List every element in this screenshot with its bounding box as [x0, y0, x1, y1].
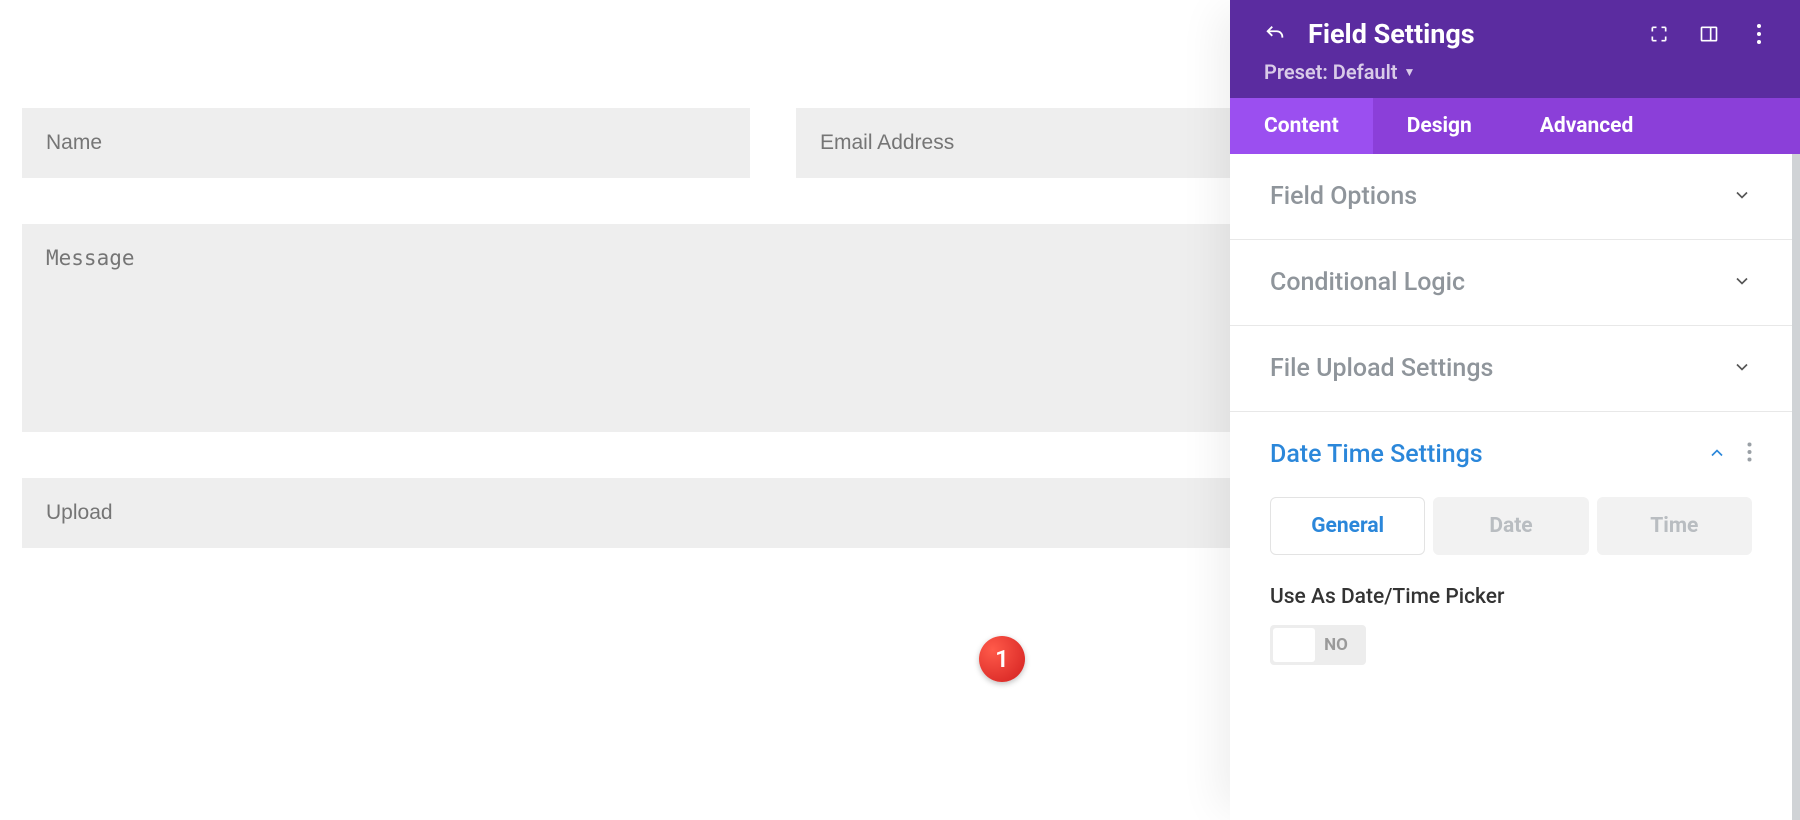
subtab-date[interactable]: Date [1433, 497, 1588, 555]
tab-advanced[interactable]: Advanced [1506, 98, 1668, 154]
use-as-picker-toggle[interactable]: NO [1270, 625, 1366, 665]
chevron-up-icon [1707, 443, 1727, 467]
use-as-picker-label: Use As Date/Time Picker [1270, 585, 1752, 609]
subtab-time[interactable]: Time [1597, 497, 1752, 555]
section-title-file-upload: File Upload Settings [1270, 354, 1493, 383]
panel-body[interactable]: Field Options Conditional Logic File Upl… [1230, 154, 1800, 820]
section-title-date-time: Date Time Settings [1270, 440, 1483, 469]
section-head-actions [1707, 442, 1752, 467]
subtab-general[interactable]: General [1270, 497, 1425, 555]
toggle-knob [1273, 628, 1315, 662]
section-file-upload-settings: File Upload Settings [1230, 326, 1792, 412]
undo-icon[interactable] [1264, 23, 1286, 45]
section-date-time-settings: Date Time Settings General Date Time Use… [1230, 412, 1792, 696]
section-title-conditional-logic: Conditional Logic [1270, 268, 1465, 297]
section-head-date-time[interactable]: Date Time Settings [1230, 412, 1792, 497]
use-as-picker-setting: Use As Date/Time Picker NO [1230, 575, 1792, 696]
section-field-options: Field Options [1230, 154, 1792, 240]
toggle-state-text: NO [1315, 635, 1363, 655]
preset-label: Preset: Default [1264, 60, 1398, 84]
date-time-subtabs: General Date Time [1230, 497, 1792, 575]
panel-header-top: Field Settings [1264, 18, 1770, 50]
preset-selector[interactable]: Preset: Default ▼ [1264, 60, 1770, 84]
panel-layout-icon[interactable] [1698, 23, 1720, 45]
caret-down-icon: ▼ [1404, 65, 1416, 79]
section-more-icon[interactable] [1747, 442, 1752, 467]
section-head-file-upload[interactable]: File Upload Settings [1230, 326, 1792, 411]
tab-content[interactable]: Content [1230, 98, 1373, 154]
tab-design[interactable]: Design [1373, 98, 1506, 154]
chevron-down-icon [1732, 357, 1752, 381]
header-icons [1648, 23, 1770, 45]
section-title-field-options: Field Options [1270, 182, 1417, 211]
annotation-badge-1: 1 [979, 636, 1025, 682]
name-field[interactable] [22, 108, 750, 178]
section-head-field-options[interactable]: Field Options [1230, 154, 1792, 239]
expand-icon[interactable] [1648, 23, 1670, 45]
chevron-down-icon [1732, 271, 1752, 295]
panel-header: Field Settings Preset: Default ▼ [1230, 0, 1800, 98]
panel-title: Field Settings [1308, 18, 1626, 50]
chevron-down-icon [1732, 185, 1752, 209]
section-head-conditional-logic[interactable]: Conditional Logic [1230, 240, 1792, 325]
more-icon[interactable] [1748, 23, 1770, 45]
main-tabs: Content Design Advanced [1230, 98, 1800, 154]
section-conditional-logic: Conditional Logic [1230, 240, 1792, 326]
settings-panel: Field Settings Preset: Default ▼ Content… [1230, 0, 1800, 820]
